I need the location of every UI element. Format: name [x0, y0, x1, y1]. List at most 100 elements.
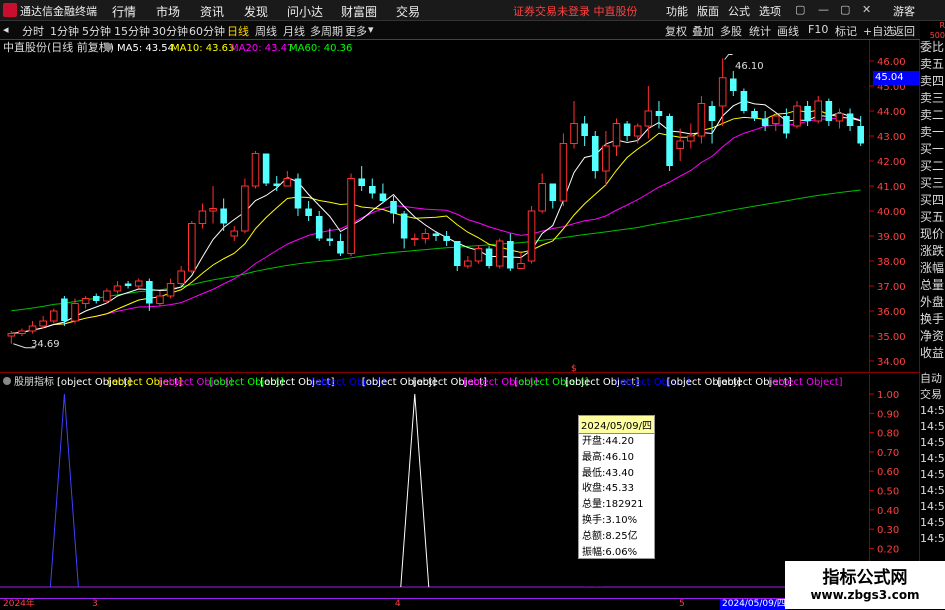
f10-button[interactable]: F10 [808, 23, 828, 36]
candle-body-up [177, 270, 185, 284]
sidebar-trade-time: 14:56 [920, 516, 945, 529]
tab-weekly[interactable]: 周线 [255, 23, 277, 39]
minimize-icon[interactable]: — [818, 3, 829, 16]
sidebar-trade-time: 14:56 [920, 532, 945, 545]
cursor-marker: $ [571, 364, 577, 373]
price-tick-label: 43.00 [877, 132, 906, 143]
indicator-chart[interactable]: 1.000.900.800.700.600.500.400.300.200.10… [0, 374, 920, 598]
tooltip-amplitude: 振幅:6.06% [582, 546, 638, 558]
maximize-icon[interactable]: ▢ [840, 3, 850, 16]
menu-gongneng[interactable]: 功能 [666, 3, 688, 19]
ma60-label: MA60: 40.36 [289, 43, 352, 54]
tab-5min[interactable]: 5分钟 [82, 23, 111, 39]
menu-gongshi[interactable]: 公式 [728, 3, 750, 19]
sidebar-quote-label: 现价 [920, 227, 945, 241]
tab-monthly[interactable]: 月线 [283, 23, 305, 39]
indicator-settings-icon[interactable] [3, 377, 11, 385]
sidebar-quote-label: 买四 [920, 193, 945, 207]
menu-faxian[interactable]: 发现 [244, 3, 268, 20]
more-chevron-icon[interactable]: ▾ [368, 23, 374, 36]
candle-body-up [230, 230, 239, 237]
candle-body-up [188, 223, 196, 272]
ma20-label: MA20: 43.47 [230, 43, 293, 54]
sidebar-trade-time: 14:56 [920, 452, 945, 465]
fuquan-button[interactable]: 复权 [665, 23, 687, 39]
sidebar-quote-label: 总量 [920, 278, 945, 292]
menu-xuanxiang[interactable]: 选项 [759, 3, 781, 19]
indicator-tick-label: 0.20 [877, 544, 899, 555]
close-icon[interactable]: ✕ [862, 3, 871, 16]
sidebar-quote-label: 卖二 [920, 108, 945, 122]
candle-body-down [485, 248, 493, 266]
candle-body-up [495, 240, 504, 267]
tab-daily[interactable]: 日线 [227, 23, 249, 39]
menu-caifuquan[interactable]: 财富圈 [341, 3, 377, 20]
candle-body-up [697, 103, 706, 137]
candle-body-up [835, 113, 844, 122]
back-icon[interactable]: ◂ [3, 23, 9, 36]
candle-body-up [814, 100, 823, 122]
chart-title: 中直股份(日线 前复权) [3, 40, 114, 54]
menu-jiaoyi[interactable]: 交易 [396, 3, 420, 20]
candle-body-up [474, 248, 483, 262]
sidebar-trade-time: 14:56 [920, 404, 945, 417]
candle-body-up [7, 333, 16, 337]
price-tick-label: 44.00 [877, 107, 906, 118]
sidebar-trade-time: 14:56 [920, 420, 945, 433]
candle-body-up [570, 123, 578, 144]
guest-label[interactable]: 游客 [893, 3, 915, 19]
candle-body-down [507, 241, 514, 269]
login-warning[interactable]: 证券交易未登录 中直股份 [513, 3, 638, 19]
tab-more[interactable]: 更多 [345, 23, 367, 39]
app-name: 通达信金融终端 [20, 5, 97, 18]
candle-body-down [591, 136, 599, 171]
stats-button[interactable]: 统计 [749, 23, 771, 39]
candle-info-tooltip: 2024/05/09/四 开盘:44.20 最高:46.10 最低:43.40 … [578, 415, 655, 589]
candle-body-down [666, 116, 673, 166]
tab-1min[interactable]: 1分钟 [50, 23, 79, 39]
sidebar-quote-label: 收益 [920, 346, 945, 360]
low-price-label: 34.69 [31, 339, 60, 350]
candle-body-down [294, 178, 302, 209]
indicator-tick-label: 0.40 [877, 506, 899, 517]
menu-banmian[interactable]: 版面 [697, 3, 719, 19]
skin-icon[interactable]: ▢ [795, 3, 805, 16]
candle-body-down [432, 233, 440, 236]
return-button[interactable]: 返回 [893, 23, 915, 39]
mark-button[interactable]: 标记 [835, 23, 857, 39]
candle-body-down [751, 111, 758, 119]
tab-30min[interactable]: 30分钟 [152, 23, 188, 39]
indicator-tick-label: 0.60 [877, 467, 899, 478]
watermark-url: www.zbgs3.com [810, 588, 920, 602]
price-tick-label: 42.00 [877, 157, 906, 168]
tab-fenshi[interactable]: 分时 [22, 23, 44, 39]
candle-body-down [305, 208, 312, 216]
candle-body-down [761, 118, 769, 126]
menu-wenxiaoda[interactable]: 问小达 [287, 3, 323, 20]
tab-60min[interactable]: 60分钟 [189, 23, 225, 39]
menu-zixun[interactable]: 资讯 [200, 3, 224, 20]
add-watchlist-button[interactable]: +自选 [863, 23, 894, 39]
menu-hangqing[interactable]: 行情 [112, 3, 136, 20]
candle-body-down [262, 153, 270, 184]
candle-body-up [559, 143, 568, 202]
tab-15min[interactable]: 15分钟 [114, 23, 150, 39]
ma-settings-icon[interactable] [104, 43, 112, 51]
candle-body-down [124, 283, 132, 286]
multi-stock-button[interactable]: 多股 [720, 23, 742, 39]
indicator-tick-label: 1.00 [877, 390, 899, 401]
tooltip-open: 开盘:44.20 [582, 436, 634, 447]
candle-body-down [400, 213, 408, 239]
overlay-button[interactable]: 叠加 [692, 23, 714, 39]
sidebar-quote-label: 买三 [920, 176, 945, 190]
candle-body-down [358, 178, 365, 186]
tab-multi-period[interactable]: 多周期 [310, 23, 343, 39]
candle-body-down [220, 208, 227, 224]
menu-shichang[interactable]: 市场 [156, 3, 180, 20]
draw-line-button[interactable]: 画线 [777, 23, 799, 39]
candle-body-up [71, 303, 79, 322]
sidebar-quote-label: 卖五 [920, 57, 945, 71]
candle-body-down [92, 296, 100, 301]
kline-chart[interactable]: 46.0045.0044.0043.0042.0041.0040.0039.00… [0, 40, 920, 373]
price-tick-label: 41.00 [877, 182, 906, 193]
